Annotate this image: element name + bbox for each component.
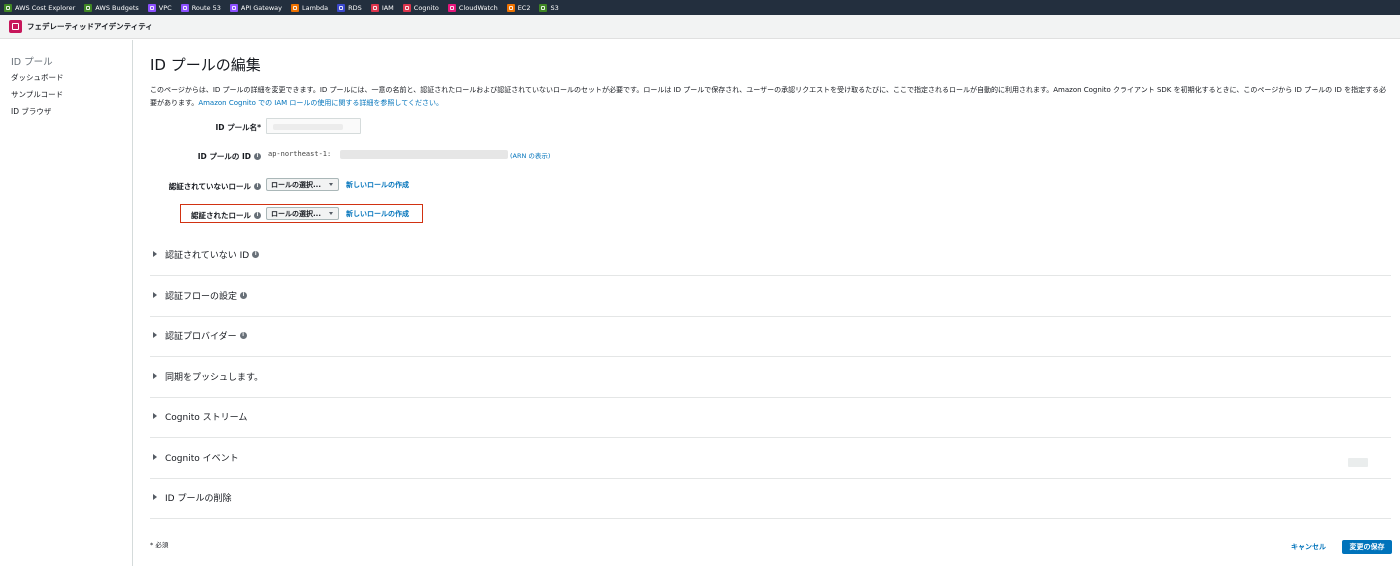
pool-name-label: ID プール名* (215, 123, 261, 132)
show-arn-link[interactable]: (ARN の表示) (510, 150, 550, 160)
unauth-role-select[interactable]: ロールの選択... (266, 178, 339, 191)
section-title: 認証フローの設定 (165, 292, 238, 302)
sidebar: ID プール ダッシュボード サンプルコード ID ブラウザ (0, 40, 133, 566)
favorite-s3[interactable]: S3 (539, 3, 559, 12)
section-title: 認証プロバイダー (165, 332, 237, 342)
section-cognito-events[interactable]: Cognito イベント (150, 439, 1391, 479)
favorite-iam[interactable]: IAM (370, 3, 394, 12)
pool-id-row: ID プールの ID i (150, 147, 1390, 165)
expand-arrow-icon[interactable] (153, 292, 157, 298)
section-cognito-streams[interactable]: Cognito ストリーム (150, 398, 1391, 438)
pool-name-redacted (273, 124, 343, 130)
favorite-budgets[interactable]: AWS Budgets (84, 3, 139, 12)
favorite-rds[interactable]: RDS (337, 3, 362, 12)
page-description: このページからは、ID プールの詳細を変更できます。ID プールには、一意の名前… (150, 84, 1390, 109)
service-header: フェデレーティッドアイデンティティ (0, 15, 1400, 39)
favorites-bar: AWS Cost Explorer AWS Budgets VPC Route 53 A… (0, 0, 1400, 15)
budgets-icon (84, 3, 93, 12)
favorite-label: Lambda (301, 3, 329, 12)
section-title: Cognito イベント (165, 454, 239, 464)
favorite-label: API Gateway (240, 3, 282, 12)
pool-name-input[interactable] (266, 118, 361, 134)
section-unauth-identities[interactable]: 認証されていない ID i (150, 236, 1391, 276)
section-title: ID プールの削除 (165, 494, 232, 504)
info-icon[interactable]: i (252, 251, 260, 258)
pool-id-label: ID プールの ID (197, 152, 251, 161)
favorite-label: Cognito (413, 3, 439, 12)
api-gateway-icon (229, 3, 238, 12)
info-icon[interactable]: i (239, 332, 247, 339)
section-auth-providers[interactable]: 認証プロバイダー i (150, 317, 1391, 357)
iam-icon (370, 3, 379, 12)
favorite-cloudwatch[interactable]: CloudWatch (447, 3, 498, 12)
favorite-cost-explorer[interactable]: AWS Cost Explorer (4, 3, 76, 12)
iam-roles-help-link[interactable]: Amazon Cognito での IAM ロールの使用に関する詳細を参照してく… (198, 99, 443, 107)
ec2-icon (506, 3, 515, 12)
sidebar-item-id-browser[interactable]: ID ブラウザ (11, 106, 51, 117)
chevron-down-icon (329, 183, 333, 186)
pool-id-value: ap-northeast-1: (268, 150, 332, 158)
favorite-label: VPC (158, 3, 172, 12)
page-title: ID プールの編集 (150, 56, 261, 74)
route53-icon (180, 3, 189, 12)
save-changes-button[interactable]: 変更の保存 (1342, 540, 1392, 554)
cognito-logo-icon[interactable] (9, 20, 22, 33)
section-title: 同期をプッシュします。 (165, 373, 264, 383)
cognito-icon (402, 3, 411, 12)
favorite-ec2[interactable]: EC2 (506, 3, 531, 12)
required-note: * 必須 (150, 541, 169, 549)
feedback-chip[interactable] (1348, 458, 1368, 467)
section-auth-flow-settings[interactable]: 認証フローの設定 i (150, 277, 1391, 317)
info-icon[interactable]: i (254, 153, 261, 160)
expand-arrow-icon[interactable] (153, 251, 157, 257)
sidebar-title[interactable]: ID プール (11, 54, 53, 68)
pool-id-redacted (340, 150, 508, 159)
s3-icon (539, 3, 548, 12)
section-title: Cognito ストリーム (165, 413, 248, 423)
vpc-icon (147, 3, 156, 12)
save-changes-label: 変更の保存 (1349, 543, 1385, 551)
favorite-label: CloudWatch (458, 3, 498, 12)
favorite-label: EC2 (517, 3, 531, 12)
auth-role-select-value: ロールの選択... (271, 209, 321, 218)
section-push-sync[interactable]: 同期をプッシュします。 (150, 358, 1391, 398)
expand-arrow-icon[interactable] (153, 494, 157, 500)
favorite-vpc[interactable]: VPC (147, 3, 172, 12)
favorite-cognito[interactable]: Cognito (402, 3, 439, 12)
cost-explorer-icon (4, 3, 12, 12)
favorite-lambda[interactable]: Lambda (290, 3, 329, 12)
favorite-label: RDS (348, 3, 362, 12)
auth-new-role-link[interactable]: 新しいロールの作成 (346, 209, 409, 219)
favorite-label: Route 53 (191, 3, 221, 12)
expand-arrow-icon[interactable] (153, 373, 157, 379)
lambda-icon (290, 3, 299, 12)
chevron-down-icon (329, 212, 333, 215)
favorite-route53[interactable]: Route 53 (180, 3, 221, 12)
favorite-label: S3 (550, 3, 559, 12)
favorite-api-gateway[interactable]: API Gateway (229, 3, 282, 12)
section-title: 認証されていない ID (165, 251, 250, 261)
sidebar-item-dashboard[interactable]: ダッシュボード (11, 72, 64, 83)
favorite-label: IAM (381, 3, 394, 12)
info-icon[interactable]: i (240, 292, 248, 299)
cloudwatch-icon (447, 3, 456, 12)
cancel-button[interactable]: キャンセル (1291, 542, 1326, 552)
expand-arrow-icon[interactable] (153, 413, 157, 419)
auth-role-label: 認証されたロール (191, 211, 251, 220)
info-icon[interactable]: i (254, 183, 261, 190)
expand-arrow-icon[interactable] (153, 332, 157, 338)
sidebar-item-sample-code[interactable]: サンプルコード (11, 89, 63, 100)
favorite-label: AWS Cost Explorer (15, 3, 76, 12)
auth-role-select[interactable]: ロールの選択... (266, 207, 339, 220)
service-title[interactable]: フェデレーティッドアイデンティティ (27, 21, 153, 32)
rds-icon (337, 3, 346, 12)
expand-arrow-icon[interactable] (153, 454, 157, 460)
unauth-role-select-value: ロールの選択... (271, 180, 321, 189)
section-delete-pool[interactable]: ID プールの削除 (150, 479, 1391, 519)
unauth-new-role-link[interactable]: 新しいロールの作成 (346, 180, 409, 190)
unauth-role-label: 認証されていないロール (168, 182, 251, 191)
favorite-label: AWS Budgets (95, 3, 139, 12)
info-icon[interactable]: i (254, 212, 261, 219)
